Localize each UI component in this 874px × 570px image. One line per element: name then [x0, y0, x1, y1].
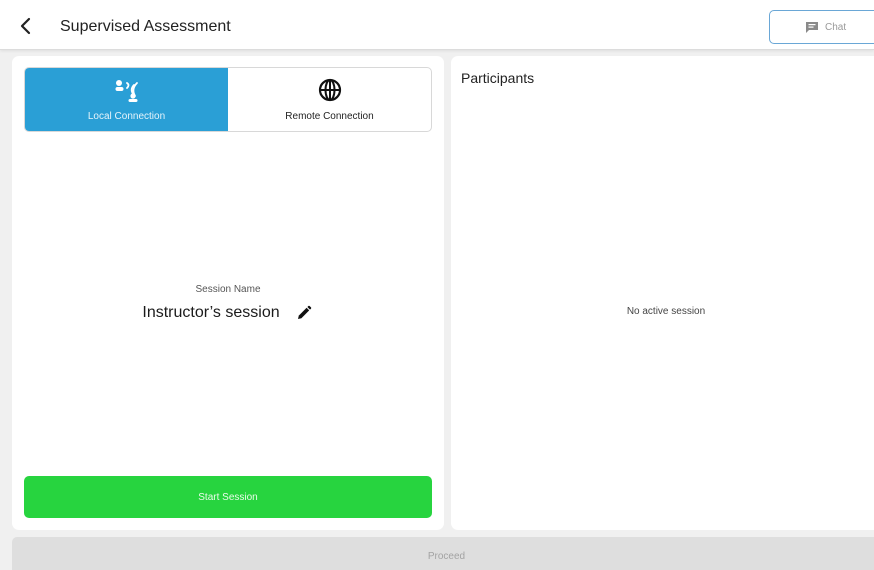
session-name-value: Instructor’s session: [142, 304, 280, 321]
start-session-button[interactable]: Start Session: [24, 476, 432, 518]
chat-icon: [806, 21, 818, 33]
back-button[interactable]: [14, 14, 38, 38]
edit-session-name-button[interactable]: [294, 303, 314, 323]
pencil-icon: [297, 305, 311, 319]
chat-label: Chat: [825, 21, 847, 33]
proceed-button[interactable]: Proceed: [12, 537, 874, 570]
tab-local-connection-label: Local Connection: [87, 111, 166, 122]
participants-title: Participants: [461, 70, 535, 86]
chevron-left-icon: [20, 17, 31, 35]
session-name-row: Instructor’s session: [12, 303, 444, 323]
session-name-label: Session Name: [195, 284, 261, 295]
tab-remote-connection-label: Remote Connection: [285, 111, 374, 122]
no-active-session-text: No active session: [626, 306, 706, 317]
globe-icon: [318, 78, 341, 102]
tab-local-connection[interactable]: Local Connection: [25, 68, 228, 131]
top-bar: Supervised Assessment Chat: [0, 0, 874, 50]
participants-panel: Participants No active session: [451, 56, 874, 530]
local-connection-icon: [115, 80, 138, 102]
connection-type-selector: Local Connection Remote Connection: [24, 67, 432, 132]
page-title: Supervised Assessment: [60, 18, 231, 35]
tab-remote-connection[interactable]: Remote Connection: [228, 68, 431, 131]
session-panel: Local Connection Remote Connection Sessi…: [12, 56, 444, 530]
chat-button[interactable]: Chat: [769, 10, 874, 44]
